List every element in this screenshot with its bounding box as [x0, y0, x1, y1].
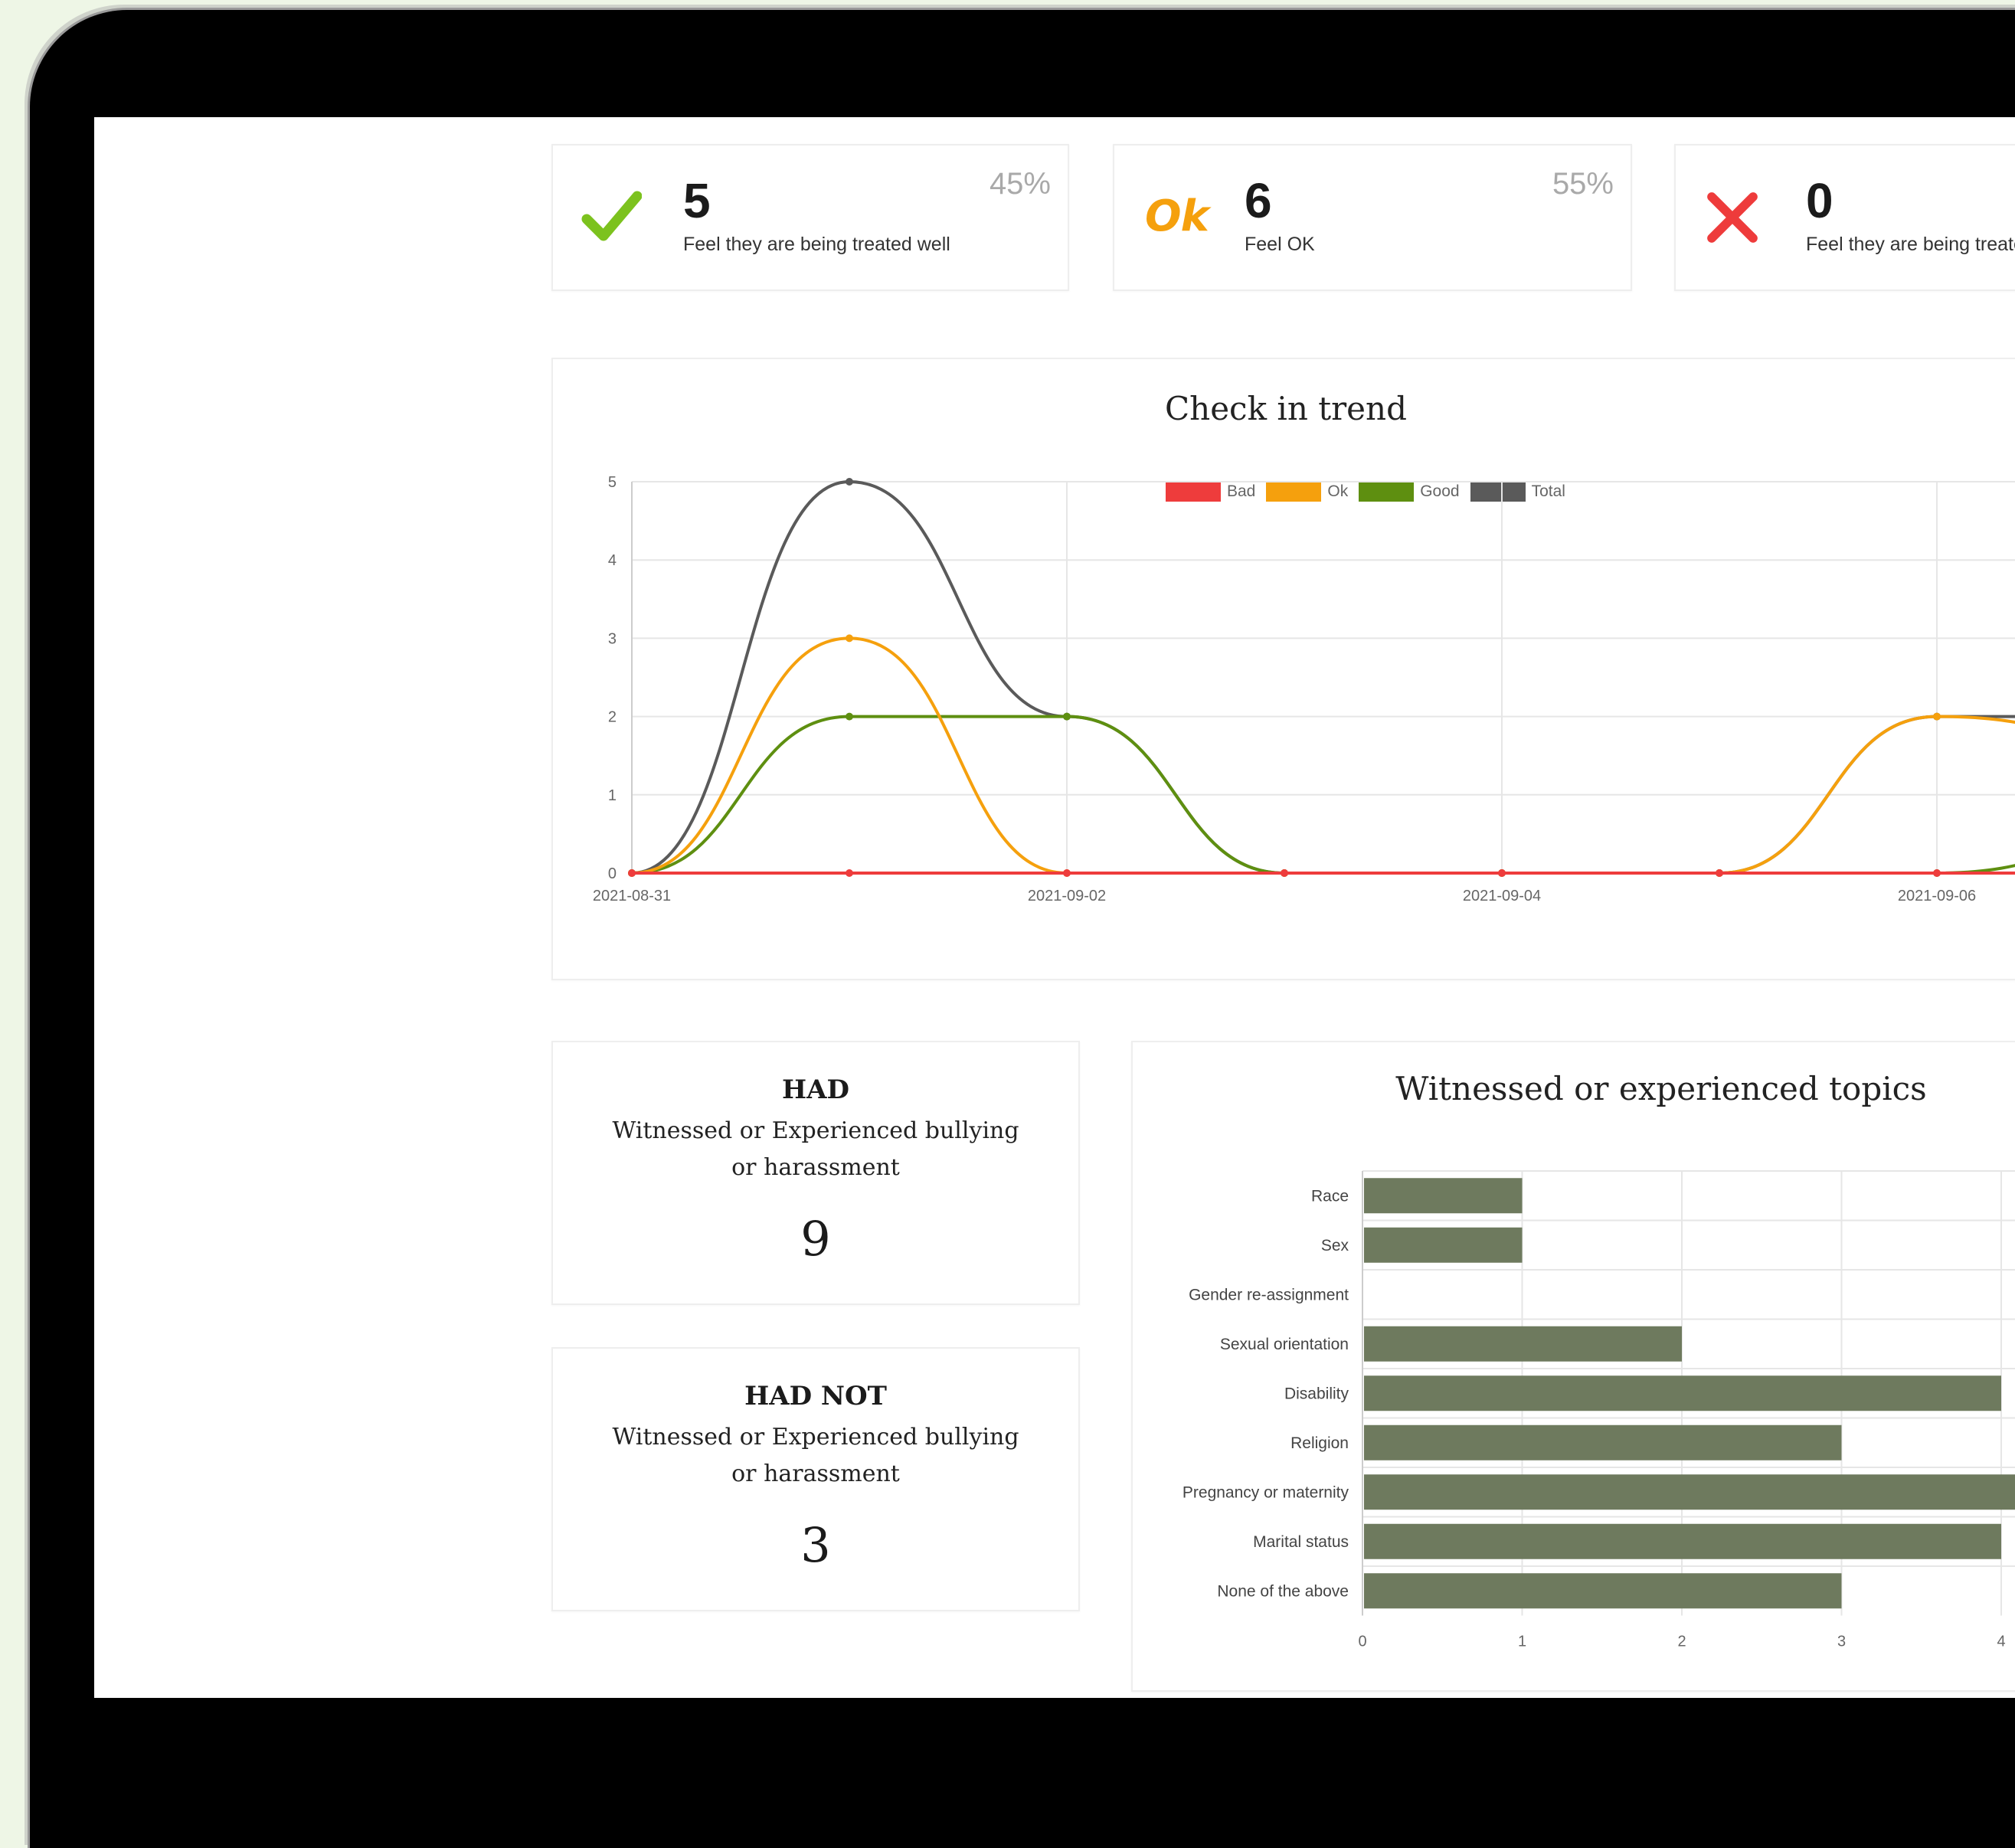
- cross-icon: [1707, 192, 1758, 243]
- checkmark-icon: [581, 191, 642, 241]
- stat-card-feel-ok: Ok 6 Feel OK 55%: [1113, 144, 1632, 291]
- data-point-ok: [1933, 712, 1941, 721]
- stat-value: 6: [1245, 173, 1272, 228]
- topics-card: Witnessed or experienced topics 0 1 2 3 4 Rac…: [1131, 1041, 2015, 1692]
- x-tick-label: 3: [1837, 1634, 1846, 1650]
- series-line-total: [631, 480, 2015, 875]
- category-label: Race: [1311, 1187, 1349, 1205]
- y-tick-label: 3: [608, 630, 617, 647]
- had-description: Witnessed or Experienced bullying or har…: [612, 1117, 1019, 1181]
- x-tick-label: 0: [1358, 1634, 1366, 1650]
- x-tick-label: 4: [1997, 1634, 2005, 1650]
- series-line-ok: [631, 636, 2015, 875]
- had-value: 9: [800, 1211, 831, 1267]
- category-label: Marital status: [1253, 1533, 1349, 1551]
- y-tick-label: 1: [608, 787, 617, 804]
- category-label: Disability: [1284, 1385, 1349, 1402]
- x-tick-label: 1: [1518, 1634, 1526, 1650]
- data-point-ok: [846, 634, 853, 643]
- category-label: Sex: [1321, 1237, 1349, 1254]
- y-tick-label: 5: [608, 474, 617, 491]
- bar: [1364, 1326, 1682, 1362]
- stat-label: Feel OK: [1245, 234, 1315, 255]
- y-tick-label: 2: [608, 709, 617, 726]
- stat-value: 0: [1806, 173, 1833, 228]
- category-label: Sexual orientation: [1220, 1336, 1349, 1353]
- data-point-good: [846, 712, 853, 721]
- data-point-bad: [628, 869, 636, 877]
- bar: [1364, 1227, 1523, 1263]
- x-tick-label: 2021-09-02: [1028, 888, 1106, 904]
- y-tick-label: 0: [608, 865, 617, 882]
- dashboard-screen: 5 Feel they are being treated well 45% O…: [94, 117, 2015, 1698]
- topics-bar-chart: 0 1 2 3 4 Race Sex Gender re-assignment Sexual o…: [1183, 1170, 2015, 1650]
- x-tick-label: 2: [1677, 1634, 1686, 1650]
- had-not-card: HAD NOT Witnessed or Experienced bullyin…: [551, 1347, 1080, 1611]
- x-tick-label: 2021-09-06: [1898, 888, 1976, 904]
- stat-card-treated-badly: 0 Feel they are being treated badly: [1674, 144, 2015, 291]
- had-title: HAD: [782, 1074, 849, 1105]
- data-point-total: [846, 478, 853, 486]
- data-point-bad: [1716, 869, 1723, 877]
- had-not-description: Witnessed or Experienced bullying or har…: [612, 1424, 1019, 1487]
- bar: [1364, 1523, 2001, 1559]
- y-tick-label: 4: [608, 552, 617, 569]
- bar: [1364, 1474, 2015, 1510]
- x-tick-label: 2021-08-31: [593, 888, 671, 904]
- stat-label: Feel they are being treated badly: [1806, 234, 2015, 255]
- stat-label: Feel they are being treated well: [683, 234, 950, 255]
- bar: [1364, 1375, 2001, 1411]
- stat-percent: 55%: [1552, 167, 1614, 201]
- bar: [1364, 1573, 1842, 1609]
- check-in-trend-card: Check in trend Bad Ok Good Total 0123452…: [551, 358, 2015, 980]
- category-label: None of the above: [1217, 1582, 1349, 1600]
- data-point-good: [1063, 712, 1071, 721]
- data-point-bad: [846, 869, 853, 877]
- category-label: Pregnancy or maternity: [1183, 1483, 1349, 1501]
- bar: [1364, 1178, 1523, 1214]
- bar: [1364, 1424, 1842, 1460]
- had-card: HAD Witnessed or Experienced bullying or…: [551, 1041, 1080, 1305]
- stat-card-treated-well: 5 Feel they are being treated well 45%: [551, 144, 1069, 291]
- ok-icon: Ok: [1145, 191, 1209, 241]
- data-point-bad: [1063, 869, 1071, 877]
- trend-line-chart: 0 1 2 3 4 5 2021-08-31 2021-09-02 2021-09-04 2021…: [593, 474, 2015, 904]
- had-not-title: HAD NOT: [744, 1381, 887, 1411]
- data-point-bad: [1498, 869, 1506, 877]
- stat-value: 5: [683, 173, 711, 228]
- category-label: Religion: [1290, 1434, 1349, 1452]
- stat-percent: 45%: [989, 167, 1051, 201]
- x-tick-label: 2021-09-04: [1463, 888, 1541, 904]
- had-not-value: 3: [800, 1517, 831, 1573]
- category-label: Gender re-assignment: [1189, 1286, 1349, 1303]
- data-point-bad: [1933, 869, 1941, 877]
- data-point-bad: [1281, 869, 1288, 877]
